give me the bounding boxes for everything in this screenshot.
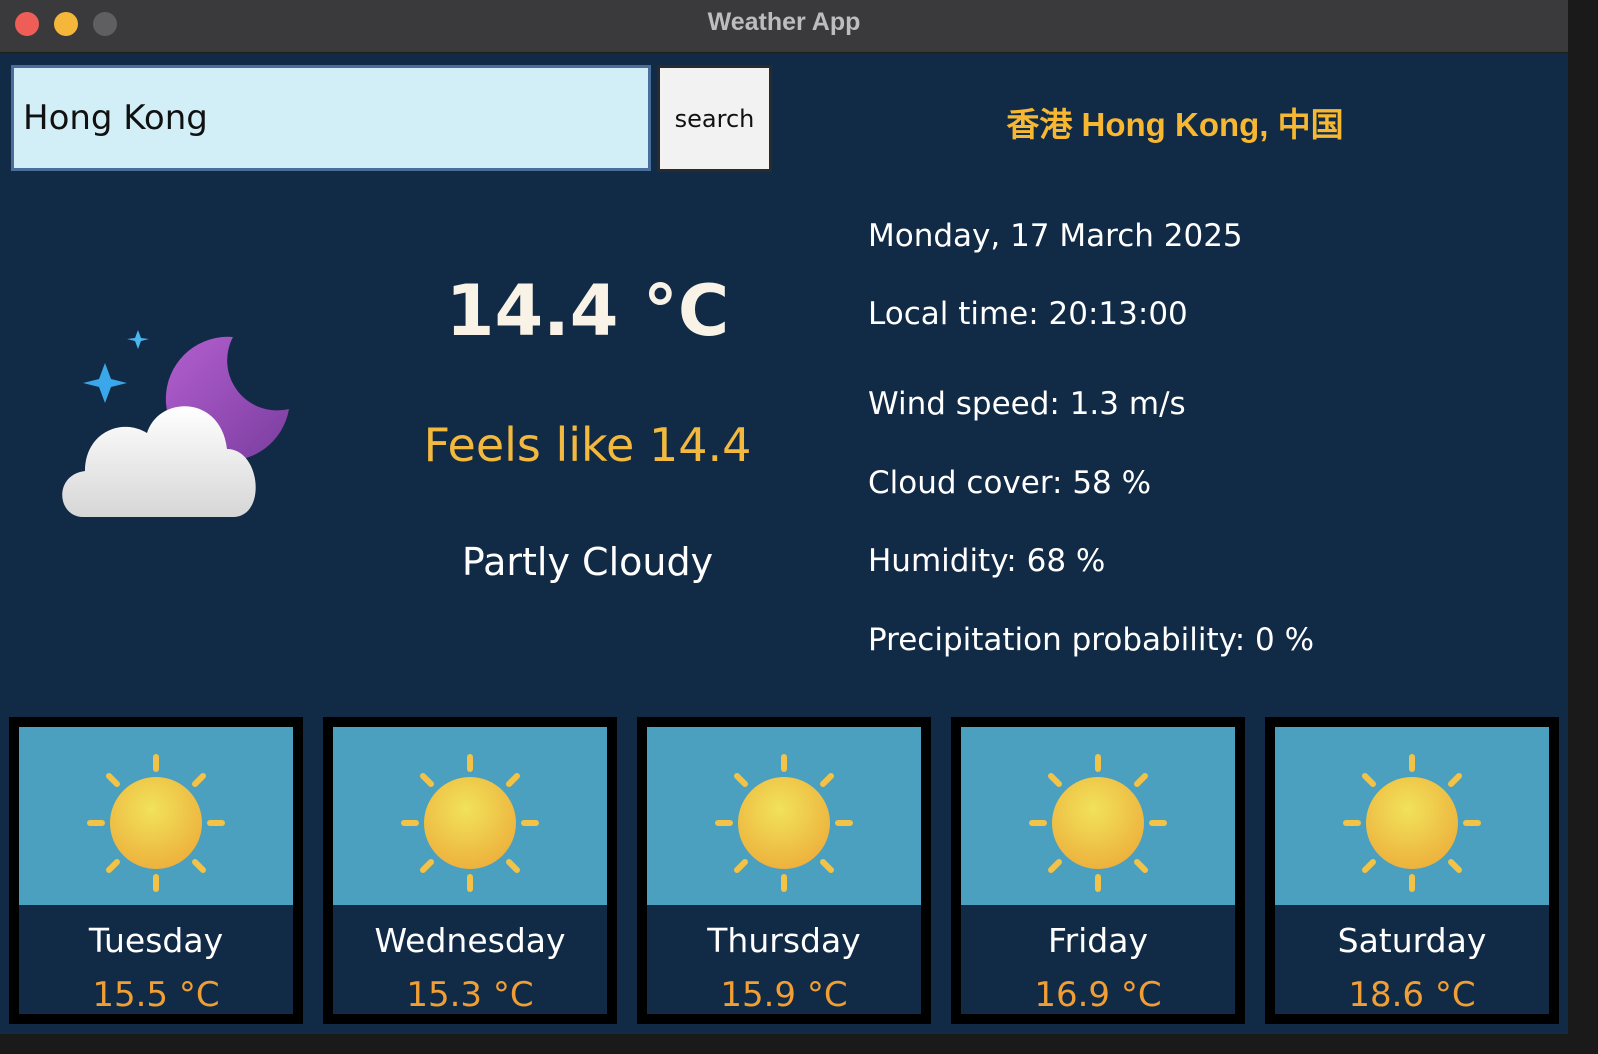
- precipitation-text: Precipitation probability: 0 %: [868, 622, 1315, 658]
- humidity-text: Humidity: 68 %: [868, 543, 1106, 579]
- forecast-day: Saturday: [1337, 921, 1487, 960]
- search-button[interactable]: search: [657, 65, 772, 172]
- forecast-temp: 16.9 °C: [1034, 975, 1162, 1015]
- forecast-day: Thursday: [707, 921, 861, 960]
- forecast-card: Friday 16.9 °C: [951, 717, 1245, 1024]
- forecast-temp: 15.9 °C: [720, 975, 848, 1015]
- partly-cloudy-night-icon: [55, 325, 295, 525]
- forecast-card: Saturday 18.6 °C: [1265, 717, 1559, 1024]
- sun-icon: [401, 754, 539, 892]
- cloud-cover-text: Cloud cover: 58 %: [868, 465, 1152, 501]
- forecast-day: Friday: [1047, 921, 1148, 960]
- weather-app-window: Weather App search 香港 Hong Kong, 中国 14.4…: [0, 0, 1568, 1034]
- forecast-card: Wednesday 15.3 °C: [323, 717, 617, 1024]
- sun-icon: [1343, 754, 1481, 892]
- local-time-text: Local time: 20:13:00: [868, 296, 1188, 332]
- sun-icon: [715, 754, 853, 892]
- sun-icon: [1029, 754, 1167, 892]
- wind-speed-text: Wind speed: 1.3 m/s: [868, 386, 1186, 422]
- forecast-day: Tuesday: [88, 921, 224, 960]
- feels-like: Feels like 14.4: [423, 418, 752, 472]
- forecast-day: Wednesday: [374, 921, 566, 960]
- forecast-card: Tuesday 15.5 °C: [9, 717, 303, 1024]
- search-input[interactable]: [11, 65, 651, 171]
- sun-icon: [87, 754, 225, 892]
- location-title: 香港 Hong Kong, 中国: [1006, 106, 1344, 143]
- current-temperature: 14.4 °C: [445, 270, 730, 352]
- window-title: Weather App: [707, 8, 861, 36]
- date-text: Monday, 17 March 2025: [868, 218, 1243, 254]
- title-bar: Weather App: [0, 0, 1568, 53]
- forecast-temp: 15.5 °C: [92, 975, 220, 1015]
- weather-condition: Partly Cloudy: [461, 540, 714, 584]
- forecast-temp: 18.6 °C: [1348, 975, 1476, 1015]
- forecast-card: Thursday 15.9 °C: [637, 717, 931, 1024]
- forecast-temp: 15.3 °C: [406, 975, 534, 1015]
